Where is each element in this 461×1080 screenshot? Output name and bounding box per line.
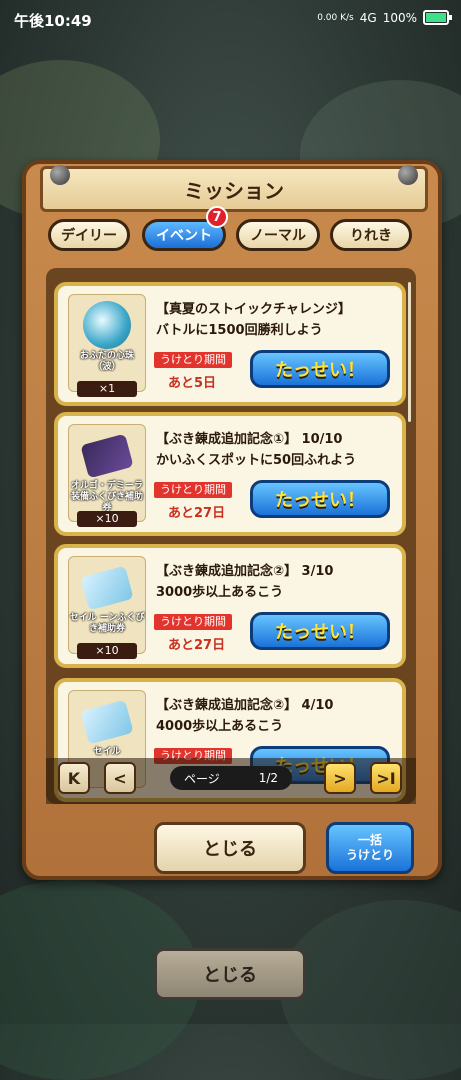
first-page-button[interactable]: K <box>58 762 90 794</box>
period-label: うけとり期間 <box>154 352 232 368</box>
remaining-days: あと27日 <box>168 506 226 521</box>
reward-name: オルゴ・デミーラ装備ふくびき補助券 <box>70 481 143 513</box>
panel-title: ミッション <box>40 166 428 212</box>
page-label: ページ <box>184 771 220 786</box>
claim-all-line1: 一括 <box>357 833 382 847</box>
tab-normal[interactable]: ノーマル <box>236 219 320 251</box>
mission-description: バトルに1500回勝利しよう <box>156 323 323 338</box>
claim-all-line2: うけとり <box>345 848 394 862</box>
mission-card: オルゴ・デミーラ装備ふくびき補助券 ×10 【ぶき錬成追加記念①】 10/10 … <box>54 412 406 536</box>
claim-all-button[interactable]: 一括 うけとり <box>326 822 414 874</box>
period-label: うけとり期間 <box>154 482 232 498</box>
chevron-left-icon: < <box>113 768 127 788</box>
mission-title: 【ぶき錬成追加記念①】 10/10 <box>156 432 343 447</box>
reward-quantity: ×10 <box>77 511 137 527</box>
status-icons: 0.00 K/s 4G 100% <box>317 10 452 25</box>
signal-icon: 4G <box>359 10 377 25</box>
reward-name: セイル <box>93 747 121 757</box>
pin-icon <box>398 165 418 185</box>
battery-text: 100% <box>382 10 417 25</box>
battery-icon <box>423 10 452 25</box>
claim-button[interactable]: たっせい！ <box>250 350 390 388</box>
background-close-button[interactable]: とじる <box>154 948 306 1000</box>
mission-title: 【ぶき錬成追加記念②】 3/10 <box>156 564 334 579</box>
period-label: うけとり期間 <box>154 614 232 630</box>
page-number: 1/2 <box>258 771 278 785</box>
mission-title: 【真夏のストイックチャレンジ】 <box>156 302 351 317</box>
chevron-right-icon: > <box>333 768 347 788</box>
remaining-days: あと5日 <box>168 376 217 391</box>
reward-quantity: ×1 <box>77 381 137 397</box>
reward-thumbnail: セイル ーンふくびき補助券 ×10 <box>68 556 146 659</box>
last-page-icon: >I <box>376 768 396 788</box>
claim-button[interactable]: たっせい！ <box>250 480 390 518</box>
clock: 午後10:49 <box>14 12 92 30</box>
tab-daily[interactable]: デイリー <box>48 219 130 251</box>
prev-page-button[interactable]: < <box>104 762 136 794</box>
reward-name: セイル ーンふくびき補助券 <box>69 613 145 634</box>
status-bar: 午後10:49 0.00 K/s 4G 100% <box>0 0 461 40</box>
ticket-icon <box>80 565 134 611</box>
next-page-button[interactable]: > <box>324 762 356 794</box>
ticket-icon <box>80 433 134 479</box>
mission-description: かいふくスポットに50回ふれよう <box>156 453 357 468</box>
scrollbar[interactable] <box>408 282 411 422</box>
orb-icon <box>83 301 131 349</box>
mission-description: 3000歩以上あるこう <box>156 585 284 600</box>
mission-card: セイル ーンふくびき補助券 ×10 【ぶき錬成追加記念②】 3/10 3000歩… <box>54 544 406 668</box>
net-speed: 0.00 K/s <box>317 12 354 23</box>
close-button[interactable]: とじる <box>154 822 306 874</box>
reward-name: おふだの心珠（波） <box>79 351 134 372</box>
remaining-days: あと27日 <box>168 638 226 653</box>
ticket-icon <box>80 699 134 745</box>
mission-card: おふだの心珠（波） ×1 【真夏のストイックチャレンジ】 バトルに1500回勝利… <box>54 282 406 406</box>
mission-title: 【ぶき錬成追加記念②】 4/10 <box>156 698 334 713</box>
reward-quantity: ×10 <box>77 643 137 659</box>
page-indicator: ページ 1/2 <box>170 766 292 790</box>
tab-history[interactable]: りれき <box>330 219 412 251</box>
notification-badge: 7 <box>206 206 228 228</box>
map-background <box>280 900 461 1080</box>
last-page-button[interactable]: >I <box>370 762 402 794</box>
mission-description: 4000歩以上あるこう <box>156 719 284 734</box>
reward-thumbnail: オルゴ・デミーラ装備ふくびき補助券 ×10 <box>68 424 146 527</box>
claim-button[interactable]: たっせい！ <box>250 612 390 650</box>
reward-thumbnail: おふだの心珠（波） ×1 <box>68 294 146 397</box>
pin-icon <box>50 165 70 185</box>
first-page-icon: K <box>67 768 81 788</box>
